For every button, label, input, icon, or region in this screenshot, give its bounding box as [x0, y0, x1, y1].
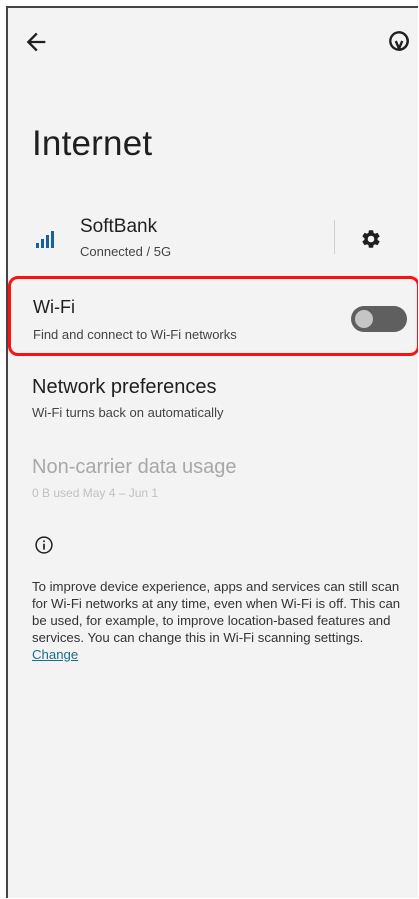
network-preferences-row[interactable]: Network preferences Wi-Fi turns back on …	[8, 372, 418, 428]
top-app-bar	[8, 8, 418, 68]
carrier-settings-button[interactable]	[360, 228, 382, 250]
arrow-back-icon	[26, 32, 46, 52]
wifi-row[interactable]: Wi-Fi Find and connect to Wi-Fi networks	[8, 276, 418, 356]
refresh-button[interactable]	[386, 28, 412, 54]
refresh-icon	[389, 31, 409, 51]
carrier-status: Connected / 5G	[80, 244, 172, 259]
page-title: Internet	[32, 124, 153, 163]
gear-icon	[362, 230, 380, 248]
wifi-description: Find and connect to Wi-Fi networks	[33, 327, 237, 342]
settings-screen: Internet SoftBank Connected / 5G Wi-Fi F…	[6, 6, 418, 898]
change-link[interactable]: Change	[32, 647, 78, 662]
signal-bars-icon	[34, 228, 56, 250]
divider	[334, 220, 335, 254]
non-carrier-usage-title: Non-carrier data usage	[32, 456, 237, 478]
non-carrier-usage-description: 0 B used May 4 – Jun 1	[32, 486, 159, 500]
wifi-toggle[interactable]	[351, 306, 407, 332]
back-button[interactable]	[22, 28, 50, 56]
wifi-title: Wi-Fi	[33, 297, 75, 317]
network-preferences-title: Network preferences	[32, 376, 217, 398]
toggle-thumb	[355, 310, 373, 328]
carrier-row[interactable]: SoftBank Connected / 5G	[8, 208, 418, 268]
wifi-scanning-info-text: To improve device experience, apps and s…	[32, 579, 401, 645]
wifi-scanning-info: To improve device experience, apps and s…	[32, 578, 404, 663]
non-carrier-usage-row: Non-carrier data usage 0 B used May 4 – …	[8, 452, 418, 508]
network-preferences-description: Wi-Fi turns back on automatically	[32, 405, 224, 420]
carrier-name: SoftBank	[80, 216, 158, 237]
info-icon	[34, 535, 54, 555]
